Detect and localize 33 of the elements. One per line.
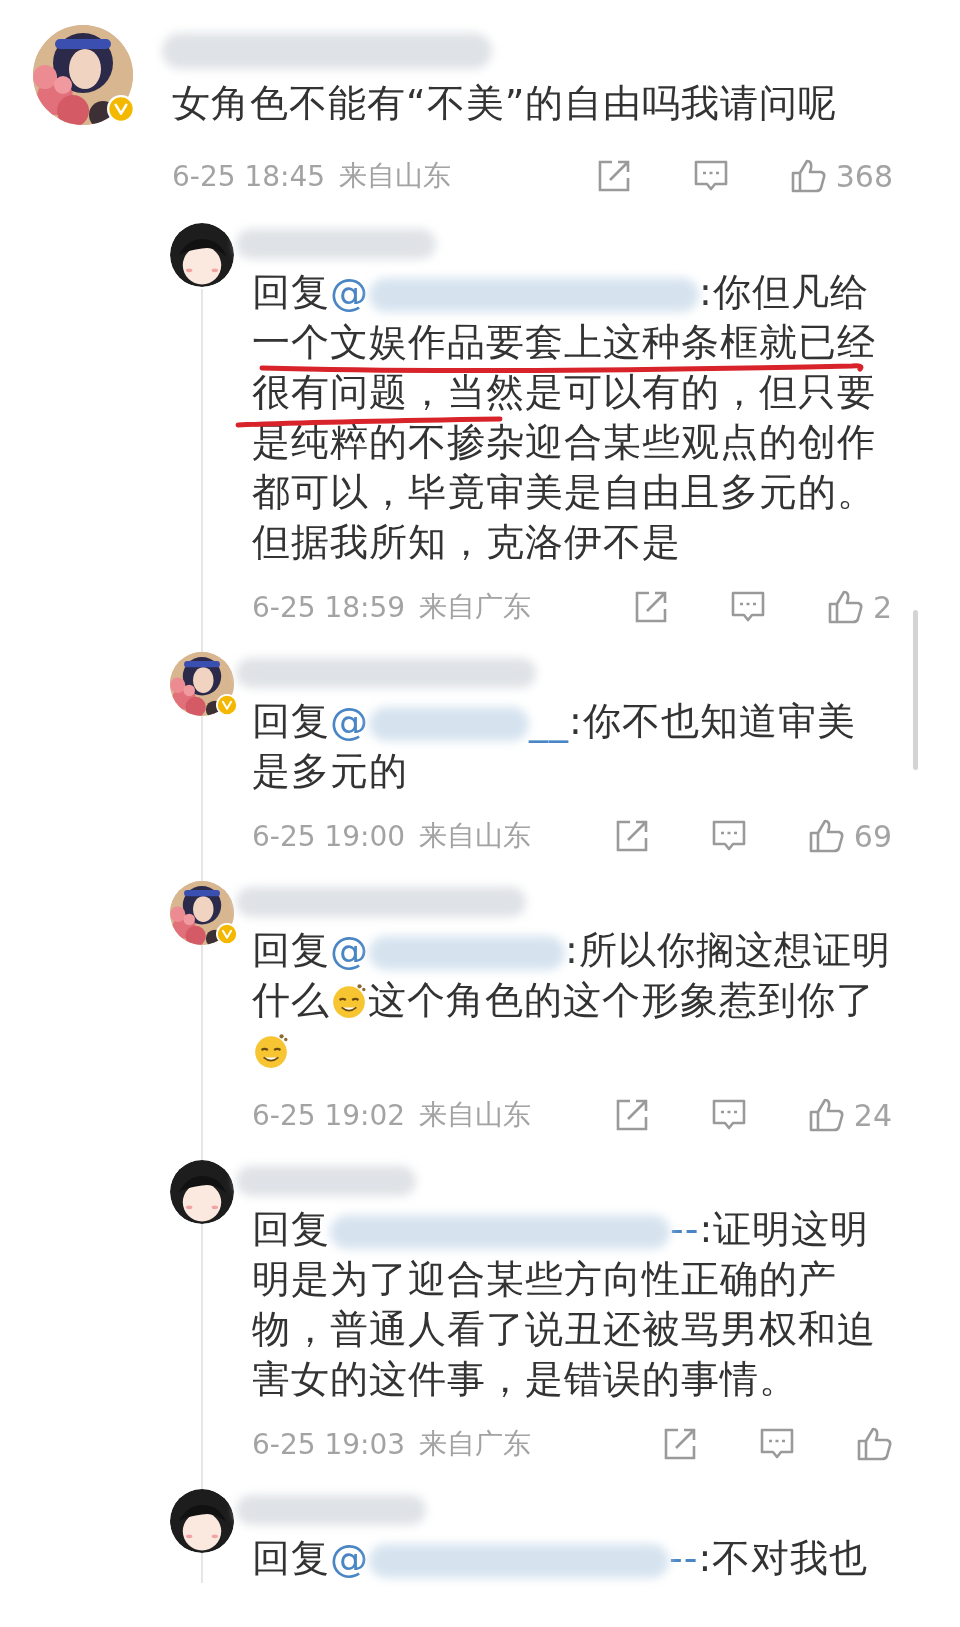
avatar[interactable] bbox=[170, 223, 234, 287]
timestamp: 6-25 18:45 bbox=[172, 159, 326, 193]
like-button[interactable]: 368 bbox=[789, 158, 893, 194]
comment-text: 女角色不能有“不美”的自由吗我请问呢 bbox=[172, 80, 839, 127]
reply-text: 回复@ --:不对我也 bbox=[252, 1535, 870, 1582]
like-button[interactable]: 69 bbox=[807, 818, 892, 854]
timestamp: 6-25 19:02 bbox=[252, 1098, 406, 1132]
location-label: 来自山东 bbox=[339, 158, 452, 194]
thumbs-up-icon bbox=[826, 589, 863, 625]
thumbs-up-icon bbox=[807, 1097, 844, 1133]
emoji-icon bbox=[330, 981, 368, 1019]
reply-text: 回复 --:证明这明明是为了迎合某些方向性正确的产物，普通人看了说丑还被骂男权和迫害女的这件事，是错误的事情。 bbox=[252, 1206, 877, 1403]
timestamp: 6-25 19:00 bbox=[252, 819, 406, 853]
thumbs-up-icon bbox=[789, 158, 826, 194]
like-button[interactable] bbox=[856, 1426, 892, 1462]
location-label: 来自山东 bbox=[419, 818, 532, 854]
emoji-icon bbox=[252, 1031, 290, 1069]
like-button[interactable]: 24 bbox=[807, 1097, 892, 1133]
scrollbar[interactable] bbox=[913, 610, 918, 770]
timestamp: 6-25 18:59 bbox=[252, 590, 406, 624]
avatar[interactable] bbox=[170, 1160, 234, 1224]
thumbs-up-icon bbox=[856, 1426, 892, 1462]
location-label: 来自广东 bbox=[419, 589, 532, 625]
location-label: 来自山东 bbox=[419, 1097, 532, 1133]
share-icon bbox=[662, 1426, 698, 1462]
like-button[interactable]: 2 bbox=[826, 589, 892, 625]
thumbs-up-icon bbox=[807, 818, 844, 854]
avatar[interactable] bbox=[170, 1489, 234, 1553]
location-label: 来自广东 bbox=[419, 1426, 532, 1462]
reply-text: 回复@ :所以你搁这想证明什么 这个角色的这个形象惹到你了 bbox=[252, 925, 892, 1075]
timestamp: 6-25 19:03 bbox=[252, 1427, 406, 1461]
share-button[interactable] bbox=[662, 1426, 698, 1462]
reply-text: 回复@ __:你不也知道审美是多元的 bbox=[252, 698, 857, 795]
